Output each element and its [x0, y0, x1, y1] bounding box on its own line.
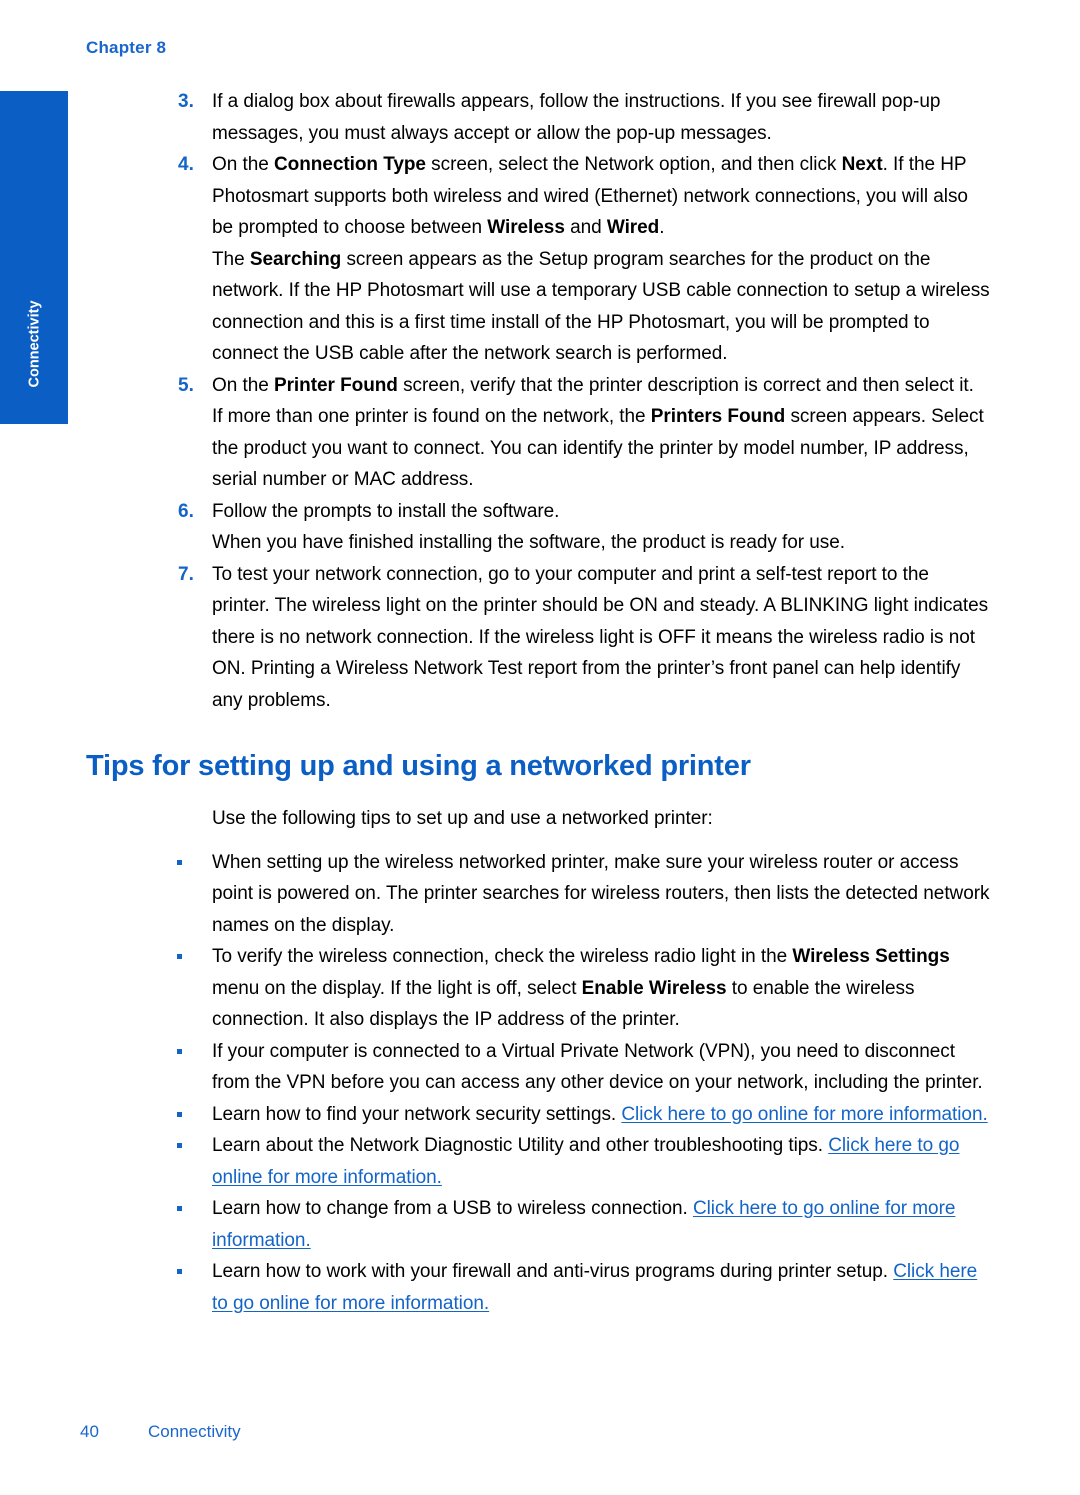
tip-list-item: To verify the wireless connection, check… — [0, 941, 1080, 1036]
tip-list-item: Learn how to find your network security … — [0, 1099, 1080, 1131]
numbered-step-item: 7. To test your network connection, go to… — [0, 559, 1080, 717]
page-footer: 40 Connectivity — [0, 1422, 1080, 1452]
online-info-link[interactable]: Click here to go online for more informa… — [621, 1104, 987, 1125]
bullet-icon — [177, 1111, 182, 1117]
footer-section-name: Connectivity — [148, 1422, 241, 1441]
step-number: 6. — [178, 500, 194, 522]
step-text: If more than one printer is found on the… — [212, 406, 651, 427]
bullet-icon — [177, 1269, 182, 1274]
step-paragraph: On the Printer Found screen, verify that… — [212, 370, 990, 402]
step-text: On the — [212, 154, 274, 175]
tip-emphasis: Wireless Settings — [792, 946, 950, 967]
step-text: If a dialog box about firewalls appears,… — [212, 91, 941, 144]
step-text: screen, verify that the printer descript… — [397, 374, 974, 396]
step-paragraph: To test your network connection, go to y… — [212, 559, 990, 717]
tip-paragraph: Learn how to change from a USB to wirele… — [212, 1193, 990, 1256]
step-paragraph: Follow the prompts to install the softwa… — [212, 496, 990, 528]
step-number: 7. — [178, 563, 194, 585]
step-number: 4. — [178, 154, 194, 175]
step-emphasis: Wireless — [487, 217, 565, 238]
numbered-step-item: 6. Follow the prompts to install the soft… — [0, 496, 1080, 559]
tip-text: menu on the display. If the light is off… — [212, 977, 582, 999]
step-text: To test your network connection, go to y… — [212, 563, 989, 711]
tip-list-item: Learn how to work with your firewall and… — [0, 1256, 1080, 1319]
tip-list-item: Learn how to change from a USB to wirele… — [0, 1193, 1080, 1256]
tip-text: When setting up the wireless networked p… — [212, 851, 990, 936]
step-text: Follow the prompts to install the softwa… — [212, 500, 560, 522]
tips-bullet-list: When setting up the wireless networked p… — [0, 847, 1080, 1320]
tip-list-item: When setting up the wireless networked p… — [0, 847, 1080, 942]
bullet-icon — [177, 954, 182, 959]
tip-list-item: If your computer is connected to a Virtu… — [0, 1036, 1080, 1099]
step-emphasis: Printer Found — [273, 374, 398, 396]
tip-list-item: Learn about the Network Diagnostic Utili… — [0, 1130, 1080, 1193]
step-text: . — [659, 217, 665, 238]
step-paragraph: If more than one printer is found on the… — [212, 401, 990, 496]
tip-paragraph: Learn about the Network Diagnostic Utili… — [212, 1130, 990, 1193]
tip-text: Learn how to find your network security … — [212, 1103, 622, 1125]
page-content: 3. If a dialog box about firewalls appear… — [0, 86, 1080, 1319]
step-number: 5. — [178, 374, 194, 396]
bullet-icon — [177, 859, 182, 865]
bullet-icon — [177, 1143, 182, 1148]
tip-paragraph: To verify the wireless connection, check… — [212, 941, 990, 1036]
step-paragraph: On the Connection Type screen, select th… — [212, 149, 990, 244]
step-text: The — [212, 248, 250, 270]
tip-text: Learn how to work with your firewall and… — [212, 1261, 894, 1282]
step-emphasis: Connection Type — [273, 154, 426, 175]
numbered-step-item: 5. On the Printer Found screen, verify th… — [0, 370, 1080, 496]
numbered-step-item: 4. On the Connection Type screen, select … — [0, 149, 1080, 370]
page-title: Tips for setting up and using a networke… — [86, 750, 751, 782]
step-emphasis: Wired — [606, 217, 660, 238]
tip-text: Learn how to change from a USB to wirele… — [212, 1198, 693, 1219]
tip-paragraph: When setting up the wireless networked p… — [212, 847, 990, 942]
step-text: and — [564, 217, 607, 238]
step-emphasis: Searching — [249, 248, 342, 270]
step-number: 3. — [178, 91, 194, 112]
tip-text: To verify the wireless connection, check… — [212, 946, 793, 967]
numbered-step-item: 3. If a dialog box about firewalls appear… — [0, 86, 1080, 149]
bullet-icon — [177, 1048, 182, 1054]
tip-paragraph: Learn how to work with your firewall and… — [212, 1256, 990, 1319]
step-paragraph: If a dialog box about firewalls appears,… — [212, 86, 990, 149]
document-page: Chapter 8 Connectivity 3. If a dialog box… — [0, 0, 1080, 1495]
chapter-label: Chapter 8 — [86, 38, 167, 57]
tip-paragraph: Learn how to find your network security … — [212, 1099, 990, 1131]
tip-paragraph: If your computer is connected to a Virtu… — [212, 1036, 990, 1099]
bullet-icon — [177, 1206, 182, 1211]
step-text: screen, select the Network option, and t… — [425, 154, 842, 175]
tip-emphasis: Enable Wireless — [581, 977, 727, 999]
numbered-steps-list: 3. If a dialog box about firewalls appear… — [0, 86, 1080, 716]
step-paragraph: The Searching screen appears as the Setu… — [212, 244, 990, 370]
tip-text: If your computer is connected to a Virtu… — [212, 1040, 983, 1094]
step-emphasis: Next — [841, 154, 883, 175]
step-text: On the — [212, 374, 274, 396]
step-paragraph: When you have finished installing the so… — [212, 527, 990, 559]
step-emphasis: Printers Found — [650, 406, 786, 427]
section-intro: Use the following tips to set up and use… — [212, 808, 713, 829]
step-text: When you have finished installing the so… — [212, 532, 846, 553]
tip-text: Learn about the Network Diagnostic Utili… — [212, 1135, 829, 1156]
footer-page-number: 40 — [80, 1422, 99, 1441]
